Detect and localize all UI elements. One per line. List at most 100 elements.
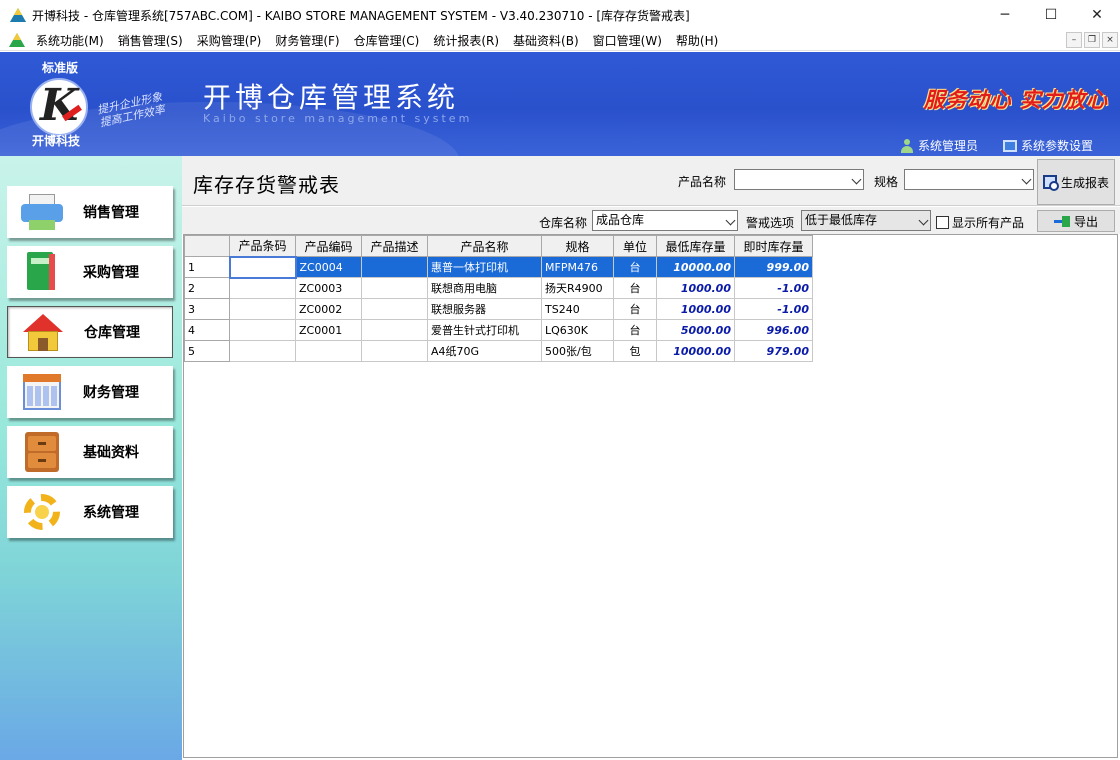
- cell-barcode[interactable]: [229, 298, 296, 320]
- cell-unit[interactable]: 台: [613, 256, 657, 278]
- cell-code[interactable]: ZC0003: [295, 277, 362, 299]
- cell-current-stock[interactable]: 996.00: [734, 319, 813, 341]
- motto: 服务动心 实力放心: [923, 88, 1108, 112]
- sidebar-item-label: 系统管理: [83, 505, 139, 521]
- menu-finance[interactable]: 财务管理(F): [268, 32, 346, 49]
- window-controls: ─ ☐ ✕: [982, 0, 1120, 30]
- cell-unit[interactable]: 台: [613, 277, 657, 299]
- cell-spec[interactable]: 扬天R4900: [541, 277, 614, 299]
- cell-unit[interactable]: 包: [613, 340, 657, 362]
- cell-current-stock[interactable]: 979.00: [734, 340, 813, 362]
- cell-spec[interactable]: MFPM476: [541, 256, 614, 278]
- menu-app-icon[interactable]: [9, 33, 25, 47]
- sidebar-item-system[interactable]: 系统管理: [7, 486, 173, 538]
- column-header-unit[interactable]: 单位: [613, 235, 657, 257]
- mdi-restore-button[interactable]: ❐: [1084, 32, 1100, 48]
- cell-code[interactable]: [295, 340, 362, 362]
- cell-min-stock[interactable]: 5000.00: [656, 319, 735, 341]
- cell-barcode[interactable]: [229, 319, 296, 341]
- cell-barcode[interactable]: [229, 340, 296, 362]
- cell-spec[interactable]: TS240: [541, 298, 614, 320]
- column-header-spec[interactable]: 规格: [541, 235, 614, 257]
- cell-barcode[interactable]: [229, 277, 296, 299]
- cell-name[interactable]: 联想商用电脑: [427, 277, 542, 299]
- cell-name[interactable]: 联想服务器: [427, 298, 542, 320]
- cell-min-stock[interactable]: 1000.00: [656, 277, 735, 299]
- cell-description[interactable]: [361, 340, 428, 362]
- menu-purchase[interactable]: 采购管理(P): [190, 32, 269, 49]
- spec-select[interactable]: [904, 169, 1034, 190]
- cell-code[interactable]: ZC0001: [295, 319, 362, 341]
- menu-basic-data[interactable]: 基础资料(B): [506, 32, 586, 49]
- cell-current-stock[interactable]: 999.00: [734, 256, 813, 278]
- sidebar-item-basic-data[interactable]: 基础资料: [7, 426, 173, 478]
- sidebar-item-warehouse[interactable]: 仓库管理: [7, 306, 173, 358]
- table-row[interactable]: 4 ZC0001 爱普生针式打印机 LQ630K 台 5000.00 996.0…: [184, 319, 813, 341]
- column-header-min-stock[interactable]: 最低库存量: [656, 235, 735, 257]
- cell-code[interactable]: ZC0004: [295, 256, 362, 278]
- cell-current-stock[interactable]: -1.00: [734, 298, 813, 320]
- cell-description[interactable]: [361, 277, 428, 299]
- table-row[interactable]: 1 ZC0004 惠普一体打印机 MFPM476 台 10000.00 999.…: [184, 255, 813, 279]
- sidebar: 销售管理 采购管理 仓库管理 财务管理 基础资料 系统管理: [0, 156, 182, 760]
- sidebar-item-finance[interactable]: 财务管理: [7, 366, 173, 418]
- minimize-button[interactable]: ─: [982, 0, 1028, 30]
- warehouse-select[interactable]: 成品仓库: [592, 210, 738, 231]
- column-header-code[interactable]: 产品编码: [295, 235, 362, 257]
- monitor-icon: [1003, 139, 1017, 152]
- system-title: 开博仓库管理系统: [203, 81, 460, 114]
- column-header-name[interactable]: 产品名称: [427, 235, 542, 257]
- generate-report-button[interactable]: 生成报表: [1037, 159, 1115, 205]
- cell-barcode[interactable]: [228, 255, 297, 279]
- column-header-current-stock[interactable]: 即时库存量: [734, 235, 813, 257]
- row-number: 5: [184, 340, 230, 362]
- menu-sales[interactable]: 销售管理(S): [111, 32, 190, 49]
- cell-unit[interactable]: 台: [613, 319, 657, 341]
- table-row[interactable]: 5 A4纸70G 500张/包 包 10000.00 979.00: [184, 340, 813, 362]
- menu-warehouse[interactable]: 仓库管理(C): [347, 32, 427, 49]
- inventory-table: 产品条码 产品编码 产品描述 产品名称 规格 单位 最低库存量 即时库存量 1 …: [184, 235, 813, 362]
- mdi-close-button[interactable]: ×: [1102, 32, 1118, 48]
- cell-description[interactable]: [361, 319, 428, 341]
- column-header-description[interactable]: 产品描述: [361, 235, 428, 257]
- mdi-minimize-button[interactable]: –: [1066, 32, 1082, 48]
- maximize-button[interactable]: ☐: [1028, 0, 1074, 30]
- alert-option-select[interactable]: 低于最低库存: [801, 210, 931, 231]
- cell-description[interactable]: [361, 256, 428, 278]
- checkbox-box[interactable]: [936, 216, 949, 229]
- cell-min-stock[interactable]: 10000.00: [656, 256, 735, 278]
- column-header-rownum: [184, 235, 230, 257]
- table-row[interactable]: 2 ZC0003 联想商用电脑 扬天R4900 台 1000.00 -1.00: [184, 277, 813, 299]
- user-link[interactable]: 系统管理员: [900, 137, 978, 154]
- cell-name[interactable]: 爱普生针式打印机: [427, 319, 542, 341]
- cell-name[interactable]: A4纸70G: [427, 340, 542, 362]
- cell-name[interactable]: 惠普一体打印机: [427, 256, 542, 278]
- cell-description[interactable]: [361, 298, 428, 320]
- sidebar-item-label: 仓库管理: [84, 325, 140, 341]
- close-button[interactable]: ✕: [1074, 0, 1120, 30]
- cell-spec[interactable]: LQ630K: [541, 319, 614, 341]
- inventory-alert-grid[interactable]: 产品条码 产品编码 产品描述 产品名称 规格 单位 最低库存量 即时库存量 1 …: [183, 234, 1118, 758]
- sidebar-item-purchase[interactable]: 采购管理: [7, 246, 173, 298]
- table-header-row: 产品条码 产品编码 产品描述 产品名称 规格 单位 最低库存量 即时库存量: [184, 235, 813, 257]
- show-all-products-checkbox[interactable]: 显示所有产品: [936, 214, 1024, 231]
- cell-min-stock[interactable]: 1000.00: [656, 298, 735, 320]
- export-button[interactable]: 导出: [1037, 210, 1115, 232]
- cell-unit[interactable]: 台: [613, 298, 657, 320]
- cell-spec[interactable]: 500张/包: [541, 340, 614, 362]
- cell-min-stock[interactable]: 10000.00: [656, 340, 735, 362]
- menu-system[interactable]: 系统功能(M): [29, 32, 111, 49]
- menu-help[interactable]: 帮助(H): [669, 32, 725, 49]
- sidebar-item-sales[interactable]: 销售管理: [7, 186, 173, 238]
- table-row[interactable]: 3 ZC0002 联想服务器 TS240 台 1000.00 -1.00: [184, 298, 813, 320]
- menu-window[interactable]: 窗口管理(W): [586, 32, 669, 49]
- menu-reports[interactable]: 统计报表(R): [426, 32, 506, 49]
- cell-current-stock[interactable]: -1.00: [734, 277, 813, 299]
- settings-link[interactable]: 系统参数设置: [1003, 137, 1093, 154]
- chevron-down-icon: [851, 174, 862, 185]
- sidebar-item-label: 财务管理: [83, 385, 139, 401]
- warehouse-label: 仓库名称: [539, 216, 588, 230]
- cell-code[interactable]: ZC0002: [295, 298, 362, 320]
- column-header-barcode[interactable]: 产品条码: [229, 235, 296, 257]
- product-name-select[interactable]: [734, 169, 864, 190]
